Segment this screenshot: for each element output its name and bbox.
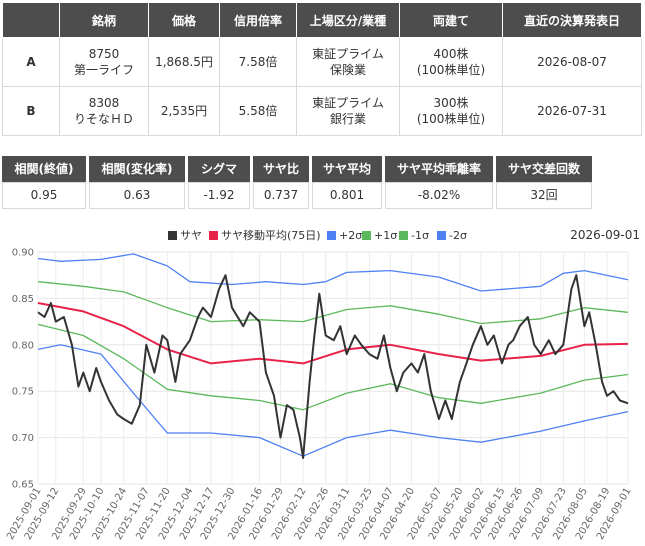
margin-ratio-cell: 7.58倍 [219, 37, 297, 87]
series-line-4 [37, 323, 629, 411]
y-tick-label: 0.80 [12, 340, 34, 351]
header-price: 価格 [148, 2, 220, 38]
stat-sigma: シグマ -1.92 [188, 156, 250, 209]
price-cell: 1,868.5円 [148, 37, 220, 87]
earnings-date-cell: 2026-08-07 [502, 37, 642, 87]
series-line-5 [37, 344, 629, 457]
market: 東証プライム [312, 96, 384, 110]
table-row: A 8750 第一ライフ 1,868.5円 7.58倍 東証プライム 保険業 4… [2, 37, 642, 87]
legend-swatch [209, 231, 218, 240]
chart-date-label: 2026-09-01 [570, 228, 640, 242]
y-tick-label: 0.75 [12, 387, 34, 398]
legend-swatch [399, 231, 408, 240]
price-cell: 2,535円 [148, 86, 220, 136]
hedge-cell: 300株 (100株単位) [399, 86, 503, 136]
chart-lines [37, 253, 629, 459]
stat-value: -1.92 [188, 182, 250, 209]
table-row: B 8308 りそなＨＤ 2,535円 5.58倍 東証プライム 銀行業 300… [2, 86, 642, 136]
ratio-chart: サヤ サヤ移動平均(75日) +2σ +1σ -1σ -2σ 2026-09-01 0.6… [5, 228, 640, 542]
legend-label: -1σ [411, 229, 429, 242]
stat-label: サヤ比 [253, 156, 309, 182]
stat-label: 相関(変化率) [89, 156, 185, 182]
chart-legend: サヤ サヤ移動平均(75日) +2σ +1σ -1σ -2σ [168, 228, 467, 242]
header-stock: 銘柄 [59, 2, 149, 38]
y-tick-label: 0.70 [12, 433, 34, 444]
stat-label: サヤ平均乖離率 [385, 156, 493, 182]
stat-cross-count: サヤ交差回数 32回 [496, 156, 592, 209]
chart-grid: 0.65 0.70 0.75 0.80 0.85 0.90 [12, 248, 629, 491]
stat-label: 相関(終値) [2, 156, 86, 182]
legend-label: -2σ [449, 229, 467, 242]
stat-label: シグマ [188, 156, 250, 182]
header-margin-ratio: 信用倍率 [219, 2, 297, 38]
sector: 保険業 [329, 63, 366, 77]
sector: 銀行業 [329, 112, 366, 126]
y-tick-label: 0.65 [12, 480, 34, 491]
stat-ratio-average: サヤ平均 0.801 [312, 156, 382, 209]
stat-value: 0.801 [312, 182, 382, 209]
row-label: B [2, 86, 60, 136]
series-line-1 [37, 302, 629, 365]
unit: (100株単位) [416, 63, 486, 77]
pair-table: 銘柄 価格 信用倍率 上場区分/業種 両建て 直近の決算発表日 A 8750 第… [2, 2, 642, 136]
stat-value: -8.02% [385, 182, 493, 209]
series-line-3 [37, 281, 629, 325]
stat-value: 32回 [496, 182, 592, 209]
stock-cell[interactable]: 8750 第一ライフ [59, 37, 149, 87]
earnings-date-cell: 2026-07-31 [502, 86, 642, 136]
stat-correlation-close: 相関(終値) 0.95 [2, 156, 86, 209]
margin-ratio-cell: 5.58倍 [219, 86, 297, 136]
stat-average-deviation: サヤ平均乖離率 -8.02% [385, 156, 493, 209]
legend-label: サヤ [180, 229, 202, 242]
shares: 400株 [433, 47, 469, 61]
row-label: A [2, 37, 60, 87]
legend-label: サヤ移動平均(75日) [221, 228, 321, 242]
pair-table-header: 銘柄 価格 信用倍率 上場区分/業種 両建て 直近の決算発表日 [2, 2, 642, 38]
series-line-2 [37, 253, 629, 292]
stat-correlation-change: 相関(変化率) 0.63 [89, 156, 185, 209]
legend-swatch [168, 231, 177, 240]
stock-code: 8750 [88, 47, 120, 61]
unit: (100株単位) [416, 112, 486, 126]
stock-name: 第一ライフ [73, 63, 134, 77]
market: 東証プライム [312, 47, 384, 61]
stats-bar: 相関(終値) 0.95 相関(変化率) 0.63 シグマ -1.92 サヤ比 0… [2, 156, 592, 209]
header-hedge: 両建て [399, 2, 503, 38]
y-tick-label: 0.90 [12, 248, 34, 259]
stat-ratio: サヤ比 0.737 [253, 156, 309, 209]
series-line-0 [37, 274, 629, 459]
stat-label: サヤ平均 [312, 156, 382, 182]
stat-value: 0.63 [89, 182, 185, 209]
x-axis: 2025-09-012025-09-122025-09-292025-10-10… [5, 486, 634, 542]
hedge-cell: 400株 (100株単位) [399, 37, 503, 87]
shares: 300株 [433, 96, 469, 110]
legend-swatch [327, 231, 336, 240]
header-blank [2, 2, 60, 38]
stat-value: 0.95 [2, 182, 86, 209]
legend-label: +2σ [339, 229, 362, 242]
stock-code: 8308 [88, 96, 120, 110]
legend-label: +1σ [374, 229, 397, 242]
header-market-sector: 上場区分/業種 [296, 2, 400, 38]
header-earnings-date: 直近の決算発表日 [502, 2, 642, 38]
stock-name: りそなＨＤ [73, 112, 134, 126]
stat-label: サヤ交差回数 [496, 156, 592, 182]
stat-value: 0.737 [253, 182, 309, 209]
stock-cell[interactable]: 8308 りそなＨＤ [59, 86, 149, 136]
legend-swatch [362, 231, 371, 240]
legend-swatch [437, 231, 446, 240]
market-sector-cell: 東証プライム 保険業 [296, 37, 400, 87]
y-tick-label: 0.85 [12, 294, 34, 305]
market-sector-cell: 東証プライム 銀行業 [296, 86, 400, 136]
